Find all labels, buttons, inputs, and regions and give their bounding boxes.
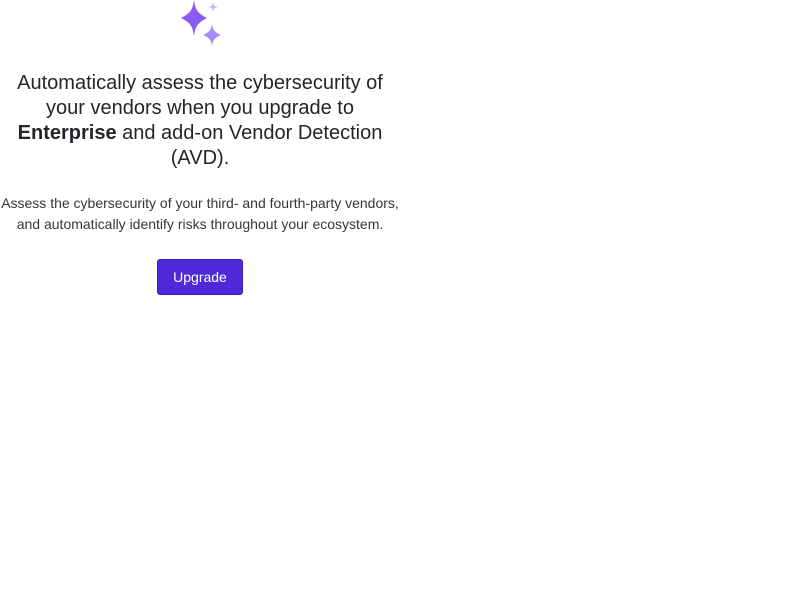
promo-description: Assess the cybersecurity of your third- … [1,195,399,232]
promo-headline: Automatically assess the cybersecurity o… [0,71,400,171]
headline-plan-name: Enterprise [17,122,117,144]
upgrade-promo-panel: Automatically assess the cybersecurity o… [0,0,400,295]
headline-text-part2: and add-on Vendor Detection (AVD). [116,122,383,169]
upgrade-button[interactable]: Upgrade [157,259,243,295]
headline-text-part1: Automatically assess the cybersecurity o… [17,72,383,119]
sparkle-icon [181,0,221,46]
